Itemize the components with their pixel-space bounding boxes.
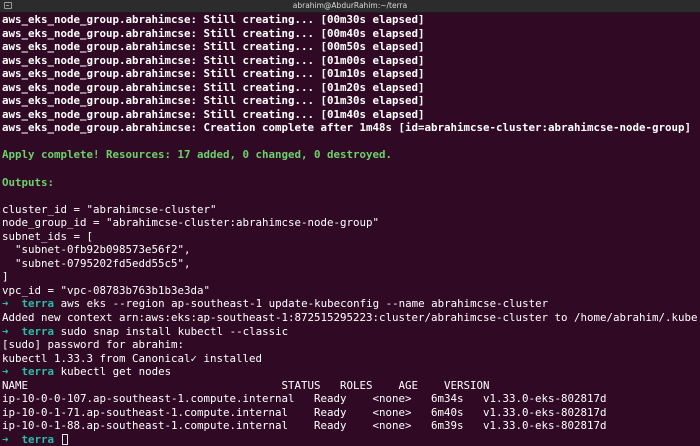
output-line: "subnet-0795202fd5edd55c5", [2,256,191,270]
output-line: ] [2,270,9,284]
table-row: ip-10-0-0-107.ap-southeast-1.compute.int… [2,392,607,406]
terminal-line: aws_eks_node_group.abrahimcse: Still cre… [2,107,425,121]
terminal-output[interactable]: aws_eks_node_group.abrahimcse: Still cre… [2,13,698,446]
command-output: Added new context arn:aws:eks:ap-southea… [2,311,698,325]
terminal-line: aws_eks_node_group.abrahimcse: Still cre… [2,40,425,54]
output-line: vpc_id = "vpc-08783b763b1b3e3da" [2,283,211,297]
prompt-arrow-icon: ➜ [2,297,9,311]
terminal-line: aws_eks_node_group.abrahimcse: Still cre… [2,80,425,94]
outputs-header: Outputs: [2,175,55,189]
prompt-directory: terra [21,297,55,311]
prompt-directory: terra [21,365,55,379]
prompt-line: ➜ terra aws eks --region ap-southeast-1 … [2,297,698,311]
text-cursor [61,433,68,445]
output-line: "subnet-0fb92b098573e56f2", [2,243,191,257]
terminal-line: aws_eks_node_group.abrahimcse: Creation … [2,121,692,135]
prompt-arrow-icon: ➜ [2,365,9,379]
command-text: kubectl get nodes [60,365,172,379]
output-line: subnet_ids = [ [2,229,94,243]
command-output: [sudo] password for abrahim: [2,338,185,352]
output-line: node_group_id = "abrahimcse-cluster:abra… [2,216,380,230]
terminal-line: aws_eks_node_group.abrahimcse: Still cre… [2,26,425,40]
prompt-directory: terra [21,324,55,338]
output-line: cluster_id = "abrahimcse-cluster" [2,202,217,216]
command-text: aws eks --region ap-southeast-1 update-k… [60,297,549,311]
prompt-line[interactable]: ➜ terra [2,433,698,446]
terminal-line: aws_eks_node_group.abrahimcse: Still cre… [2,13,425,26]
apply-complete-message: Apply complete! Resources: 17 added, 0 c… [2,148,393,162]
command-text: sudo snap install kubectl --classic [60,324,289,338]
terminal-line: aws_eks_node_group.abrahimcse: Still cre… [2,94,425,108]
window-title: abrahim@AbdurRahim:~/terra [292,1,408,10]
prompt-line: ➜ terra sudo snap install kubectl --clas… [2,325,698,339]
table-row: ip-10-0-1-88.ap-southeast-1.compute.inte… [2,419,607,433]
prompt-arrow-icon: ➜ [2,324,9,338]
prompt-arrow-icon: ➜ [2,432,9,446]
table-row: ip-10-0-1-71.ap-southeast-1.compute.inte… [2,405,607,419]
prompt-line: ➜ terra kubectl get nodes [2,365,698,379]
prompt-directory: terra [21,432,55,446]
window-titlebar: abrahim@AbdurRahim:~/terra [0,0,700,13]
terminal-line: aws_eks_node_group.abrahimcse: Still cre… [2,53,425,67]
command-output: kubectl 1.33.3 from Canonical✓ installed [2,351,263,365]
terminal-line: aws_eks_node_group.abrahimcse: Still cre… [2,67,425,81]
table-header: NAME STATUS ROLES AGE VERSION [2,378,490,392]
